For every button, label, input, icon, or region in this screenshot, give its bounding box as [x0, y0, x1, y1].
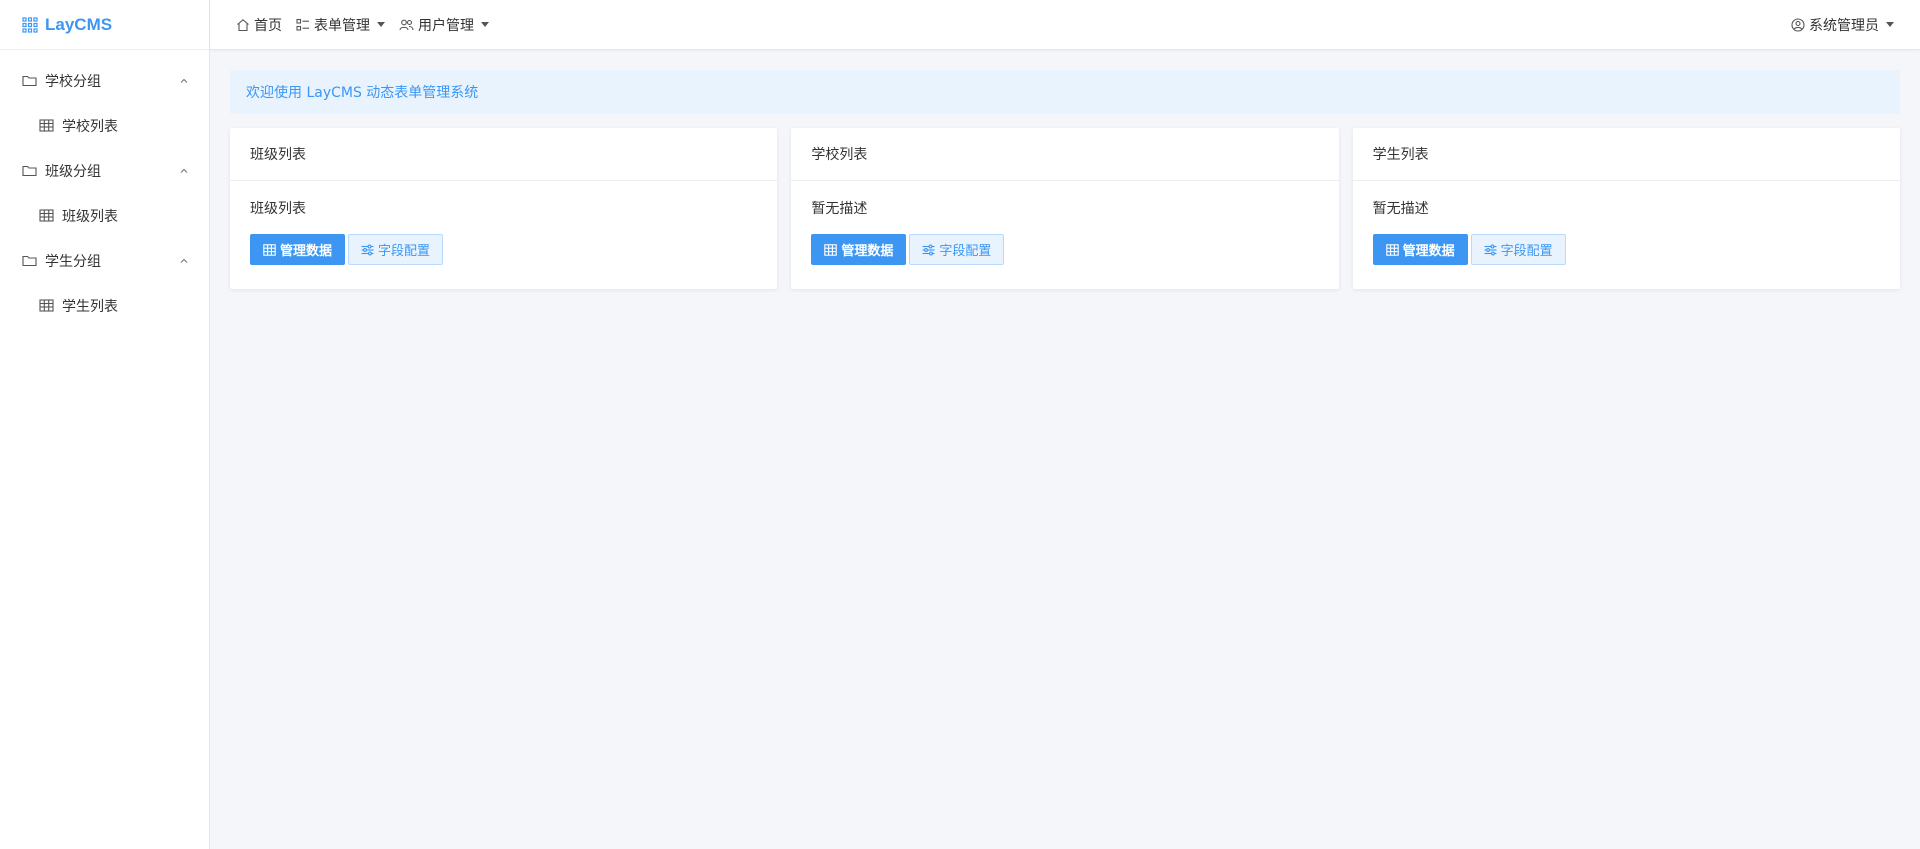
brand[interactable]: LayCMS: [0, 0, 209, 50]
account-menu[interactable]: 系统管理员: [1791, 15, 1894, 35]
manage-data-label: 管理数据: [841, 244, 894, 259]
sidebar-group-label: 学生分组: [45, 253, 101, 270]
chevron-up-icon: [179, 76, 189, 86]
field-config-label: 字段配置: [1500, 244, 1553, 259]
card-body: 暂无描述 管理数据 字段配置: [791, 181, 1338, 285]
caret-down-icon: [1886, 22, 1894, 27]
nav-users-menu[interactable]: 用户管理: [399, 15, 489, 35]
card-title: 班级列表: [230, 128, 778, 181]
list-icon: [296, 18, 310, 32]
sidebar-item-school-list[interactable]: 学校列表: [0, 103, 209, 148]
user-circle-icon: [1791, 17, 1805, 32]
form-card: 学生列表 暂无描述 管理数据 字段配置: [1352, 128, 1900, 289]
sliders-icon: [361, 244, 374, 256]
card-actions: 管理数据 字段配置: [811, 234, 1318, 265]
manage-data-button[interactable]: 管理数据: [811, 234, 907, 265]
sidebar-group-class[interactable]: 班级分组: [0, 148, 209, 193]
table-icon: [263, 243, 276, 256]
folder-icon: [22, 254, 37, 267]
sidebar-menu: 学校分组 学校列表 班级分组 班级列表 学生分组 学生列表: [0, 50, 209, 328]
field-config-button[interactable]: 字段配置: [909, 234, 1005, 265]
manage-data-label: 管理数据: [1402, 244, 1455, 259]
card-body: 暂无描述 管理数据 字段配置: [1353, 181, 1900, 285]
table-icon: [39, 119, 54, 132]
sliders-icon: [922, 244, 935, 256]
manage-data-button[interactable]: 管理数据: [250, 234, 346, 265]
card-description: 暂无描述: [1372, 201, 1429, 217]
field-config-label: 字段配置: [378, 244, 431, 259]
card-actions: 管理数据 字段配置: [1372, 234, 1880, 265]
main-content: 欢迎使用 LayCMS 动态表单管理系统 班级列表 班级列表 管理数据 字段配置…: [230, 70, 1900, 289]
form-cards: 班级列表 班级列表 管理数据 字段配置 学校列表 暂无描述 管理数据 字段配置 …: [230, 128, 1900, 289]
sidebar: LayCMS 学校分组 学校列表 班级分组 班级列表 学生分组 学生列表: [0, 0, 210, 849]
card-actions: 管理数据 字段配置: [250, 234, 757, 265]
nav-forms-menu[interactable]: 表单管理: [296, 15, 385, 35]
sliders-icon: [1484, 244, 1497, 256]
card-description: 班级列表: [250, 201, 306, 217]
table-icon: [39, 299, 54, 312]
folder-icon: [22, 74, 37, 87]
card-title: 学生列表: [1352, 128, 1900, 181]
caret-down-icon: [481, 22, 489, 27]
home-icon: [236, 18, 250, 32]
field-config-button[interactable]: 字段配置: [348, 234, 444, 265]
sidebar-group-student[interactable]: 学生分组: [0, 238, 209, 283]
account-label: 系统管理员: [1809, 17, 1879, 34]
sidebar-group-label: 学校分组: [45, 73, 101, 90]
table-icon: [39, 209, 54, 222]
nav-users-label: 用户管理: [418, 17, 474, 34]
manage-data-label: 管理数据: [280, 244, 333, 259]
field-config-label: 字段配置: [939, 244, 992, 259]
nav-forms-label: 表单管理: [314, 17, 370, 34]
table-icon: [824, 243, 838, 256]
users-icon: [399, 18, 414, 32]
sidebar-group-label: 班级分组: [45, 163, 101, 180]
sidebar-item-label: 学校列表: [62, 118, 118, 135]
manage-data-button[interactable]: 管理数据: [1372, 234, 1468, 265]
top-nav: 首页 表单管理 用户管理 系统管理员: [210, 0, 1920, 50]
card-body: 班级列表 管理数据 字段配置: [230, 181, 777, 285]
grid-icon: [22, 16, 38, 33]
welcome-banner: 欢迎使用 LayCMS 动态表单管理系统: [230, 70, 1900, 114]
chevron-up-icon: [179, 166, 189, 176]
sidebar-item-class-list[interactable]: 班级列表: [0, 193, 209, 238]
form-card: 学校列表 暂无描述 管理数据 字段配置: [791, 128, 1339, 289]
sidebar-group-school[interactable]: 学校分组: [0, 58, 209, 103]
form-card: 班级列表 班级列表 管理数据 字段配置: [230, 128, 778, 289]
sidebar-item-label: 班级列表: [62, 208, 118, 225]
sidebar-item-label: 学生列表: [62, 298, 118, 315]
table-icon: [1385, 243, 1399, 256]
brand-name: LayCMS: [45, 14, 113, 34]
folder-icon: [22, 164, 37, 177]
caret-down-icon: [377, 22, 385, 27]
nav-home-label: 首页: [254, 17, 282, 34]
card-title: 学校列表: [791, 128, 1339, 181]
card-description: 暂无描述: [811, 201, 868, 217]
nav-home[interactable]: 首页: [236, 15, 282, 35]
chevron-up-icon: [179, 256, 189, 266]
field-config-button[interactable]: 字段配置: [1470, 234, 1566, 265]
sidebar-item-student-list[interactable]: 学生列表: [0, 283, 209, 328]
